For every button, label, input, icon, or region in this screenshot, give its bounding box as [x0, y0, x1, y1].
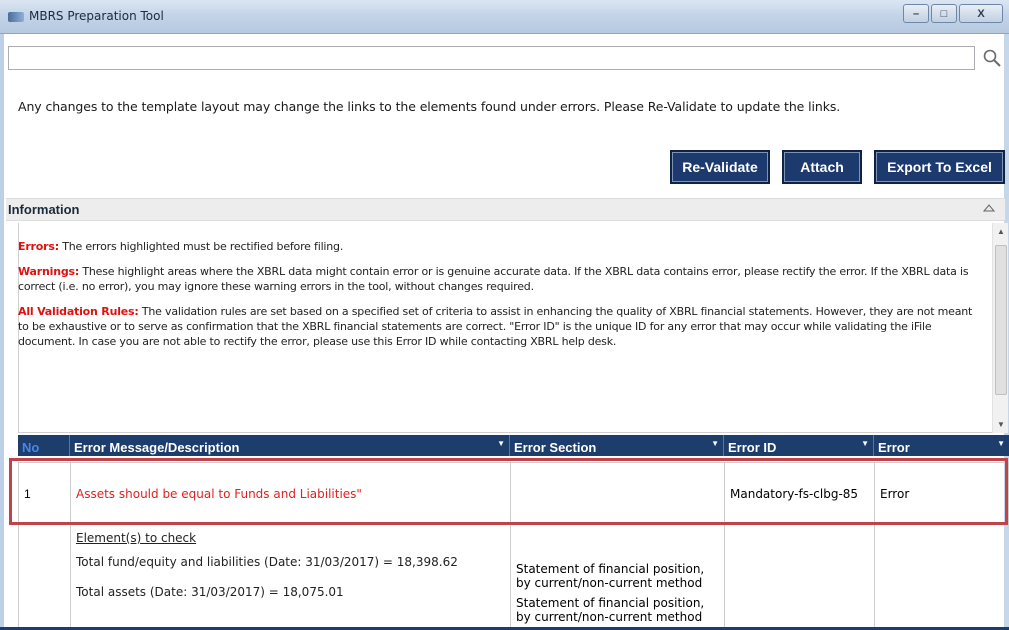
information-text: Errors: The errors highlighted must be r…: [18, 239, 984, 359]
attach-button[interactable]: Attach: [782, 150, 862, 184]
filter-dropdown-icon[interactable]: ▼: [711, 439, 719, 448]
warnings-info: Warnings: These highlight areas where th…: [18, 264, 984, 294]
cell-no: 1: [19, 463, 71, 524]
cell-error-message[interactable]: Assets should be equal to Funds and Liab…: [71, 463, 511, 524]
warnings-key: Warnings:: [18, 265, 80, 278]
maximize-button[interactable]: □: [931, 4, 957, 23]
scroll-down-icon[interactable]: ▼: [997, 420, 1005, 429]
export-to-excel-button[interactable]: Export To Excel: [874, 150, 1005, 184]
filter-dropdown-icon[interactable]: ▼: [997, 439, 1005, 448]
rules-key: All Validation Rules:: [18, 305, 139, 318]
cell-error-type: Error: [880, 486, 910, 501]
close-icon: X: [977, 7, 985, 20]
filter-dropdown-icon[interactable]: ▼: [497, 439, 505, 448]
column-header-message[interactable]: Error Message/Description ▼: [70, 435, 510, 456]
info-scrollbar[interactable]: ▲ ▼: [992, 223, 1008, 433]
window-controls: – □ X: [903, 4, 1003, 23]
information-header[interactable]: Information: [6, 198, 1005, 221]
window-title: MBRS Preparation Tool: [29, 9, 164, 23]
element-section: Statement of financial position, by curr…: [516, 596, 705, 624]
column-header-error-id[interactable]: Error ID ▼: [724, 435, 874, 456]
cell-empty: [875, 525, 1009, 630]
information-panel: Errors: The errors highlighted must be r…: [18, 223, 1009, 433]
window-frame-left: [0, 34, 4, 630]
title-bar: MBRS Preparation Tool – □ X: [0, 0, 1009, 34]
column-label: No: [22, 440, 40, 455]
filter-dropdown-icon[interactable]: ▼: [861, 439, 869, 448]
errors-info: Errors: The errors highlighted must be r…: [18, 239, 984, 254]
column-label: Error ID: [728, 440, 777, 455]
column-label: Error: [878, 440, 910, 455]
scroll-up-icon[interactable]: ▲: [997, 227, 1005, 236]
minimize-icon: –: [912, 7, 920, 20]
cell-element-sections: Statement of financial position, by curr…: [511, 525, 725, 630]
scrollbar-thumb[interactable]: [995, 245, 1007, 395]
search-input[interactable]: [8, 46, 975, 70]
column-label: Error Message/Description: [74, 440, 240, 455]
cell-error-section: [511, 463, 725, 524]
element-link[interactable]: Total assets (Date: 31/03/2017) = 18,075…: [76, 585, 505, 599]
search-button[interactable]: [980, 45, 1004, 71]
column-header-section[interactable]: Error Section ▼: [510, 435, 724, 456]
close-button[interactable]: X: [959, 4, 1003, 23]
element-link[interactable]: Total fund/equity and liabilities (Date:…: [76, 555, 505, 569]
maximize-icon: □: [940, 7, 948, 20]
column-header-error[interactable]: Error ▼: [874, 435, 1009, 456]
revalidate-button[interactable]: Re-Validate: [670, 150, 770, 184]
errors-key: Errors:: [18, 240, 59, 253]
rules-info: All Validation Rules: The validation rul…: [18, 304, 984, 349]
element-section: Statement of financial position, by curr…: [516, 562, 705, 590]
table-row[interactable]: 1 Assets should be equal to Funds and Li…: [18, 462, 1009, 525]
cell-no-empty: [19, 525, 71, 630]
cell-error-id: Mandatory-fs-clbg-85: [725, 463, 875, 524]
search-icon: [983, 49, 1001, 67]
relink-notice: Any changes to the template layout may c…: [18, 99, 841, 114]
errors-table-header: No Error Message/Description ▼ Error Sect…: [18, 435, 1009, 456]
column-label: Error Section: [514, 440, 597, 455]
column-header-no[interactable]: No: [18, 435, 70, 456]
rules-text: The validation rules are set based on a …: [18, 305, 973, 348]
collapse-icon[interactable]: [982, 203, 996, 216]
table-row-details: Element(s) to check Total fund/equity an…: [18, 525, 1009, 630]
cell-elements-to-check: Element(s) to check Total fund/equity an…: [71, 525, 511, 630]
errors-text: The errors highlighted must be rectified…: [58, 240, 344, 253]
cell-empty: [725, 525, 875, 630]
warnings-text: These highlight areas where the XBRL dat…: [18, 265, 969, 293]
elements-to-check-title: Element(s) to check: [76, 531, 197, 545]
app-icon: [8, 12, 24, 22]
minimize-button[interactable]: –: [903, 4, 929, 23]
information-title: Information: [8, 202, 80, 217]
